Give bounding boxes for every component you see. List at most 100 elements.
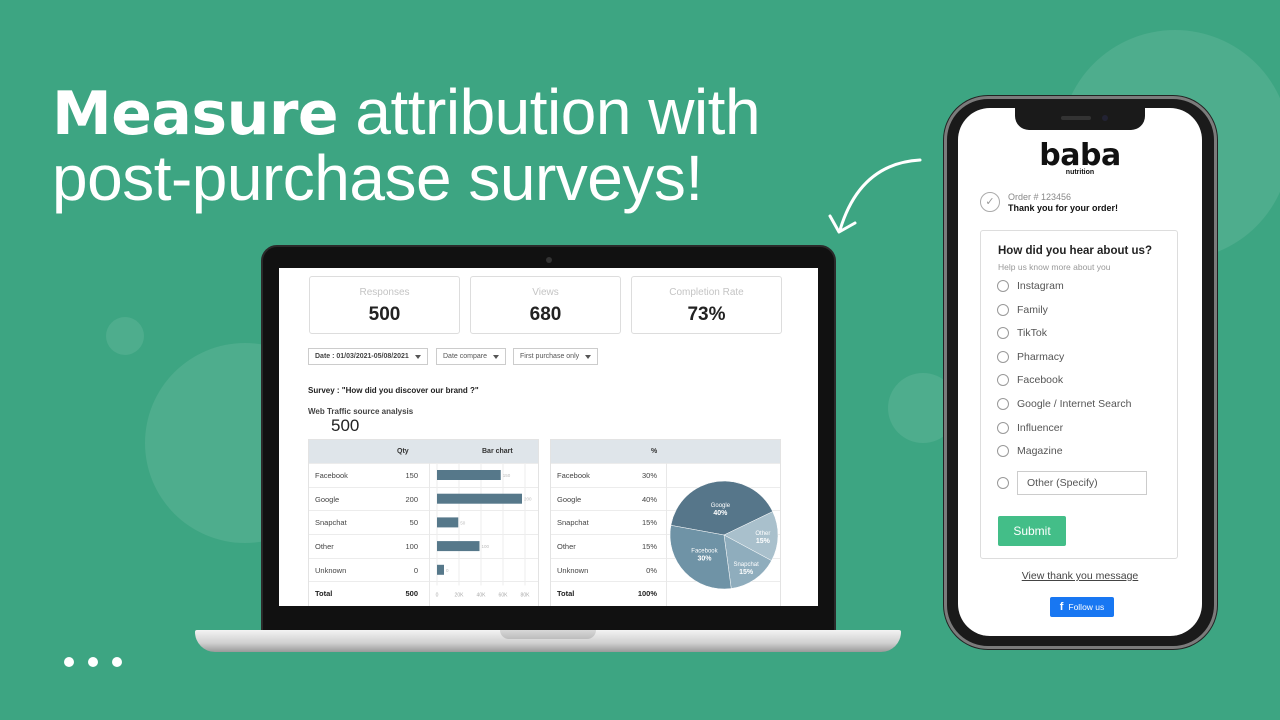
x-tick-label: 60K bbox=[499, 593, 509, 599]
survey-option[interactable]: Family bbox=[997, 303, 1048, 316]
submit-button[interactable]: Submit bbox=[998, 516, 1066, 546]
row-pct: 30% bbox=[641, 470, 657, 480]
table-header: Qty Bar chart bbox=[309, 440, 538, 463]
row-label: Other bbox=[557, 541, 576, 551]
pct-table: % Facebook 30% Google 40% Snapchat 15% Othe… bbox=[550, 439, 781, 606]
kpi-value: 680 bbox=[529, 304, 562, 325]
bar-data-label: 100 bbox=[482, 544, 490, 549]
dot[interactable] bbox=[88, 657, 98, 667]
radio-button[interactable] bbox=[997, 477, 1009, 489]
pie-label: Other 15% bbox=[755, 531, 770, 545]
survey-question: How did you hear about us? bbox=[998, 245, 1152, 257]
row-label: Snapchat bbox=[557, 518, 589, 528]
order-number: Order # 123456 bbox=[1008, 192, 1072, 202]
qty-table: Qty Bar chart Facebook 150 Google 200 Snap… bbox=[308, 439, 539, 606]
row-pct: 40% bbox=[641, 494, 657, 504]
dot[interactable] bbox=[112, 657, 122, 667]
facebook-icon: f bbox=[1059, 601, 1064, 613]
radio-button[interactable] bbox=[997, 280, 1009, 292]
radio-button[interactable] bbox=[997, 374, 1009, 387]
row-pct: 15% bbox=[641, 541, 657, 551]
bar-data-label: 150 bbox=[503, 473, 511, 478]
bar bbox=[437, 493, 522, 504]
bar bbox=[437, 564, 444, 575]
row-pct: 15% bbox=[641, 518, 657, 528]
row-label: Snapchat bbox=[315, 518, 347, 528]
bar bbox=[437, 470, 501, 480]
bar-data-label: 0 bbox=[446, 568, 449, 573]
option-label: Family bbox=[1017, 303, 1048, 316]
bar-data-label: 50 bbox=[460, 520, 466, 525]
row-label: Facebook bbox=[557, 470, 590, 480]
kpi-responses: Responses 500 bbox=[309, 276, 460, 334]
kpi-label: Completion Rate bbox=[669, 287, 744, 298]
view-thank-you-link[interactable]: View thank you message bbox=[958, 570, 1202, 582]
radio-button[interactable] bbox=[997, 350, 1009, 363]
survey-option[interactable]: Influencer bbox=[997, 421, 1064, 434]
survey-option[interactable]: Google / Internet Search bbox=[997, 398, 1131, 410]
pie-chart: Google 40%Other 15%Snapchat 15%Facebook 30% bbox=[669, 480, 779, 590]
row-qty: 500 bbox=[405, 589, 418, 599]
follow-us-button[interactable]: f Follow us bbox=[1050, 597, 1114, 617]
analysis-label: Web Traffic source analysis bbox=[308, 407, 414, 416]
survey-title: Survey : "How did you discover our brand… bbox=[308, 386, 479, 395]
caret-down-icon bbox=[585, 354, 592, 359]
row-qty: 100 bbox=[405, 541, 418, 551]
dashboard-screen: Responses 500 Views 680 Completion Rate … bbox=[279, 268, 818, 606]
option-label: Influencer bbox=[1017, 421, 1064, 434]
x-tick-label: 0 bbox=[436, 593, 439, 599]
brand-subtitle: nutrition bbox=[1065, 169, 1095, 176]
row-label: Facebook bbox=[315, 470, 348, 480]
option-label: Magazine bbox=[1017, 445, 1063, 458]
speaker bbox=[1061, 116, 1091, 120]
row-label: Google bbox=[315, 494, 340, 504]
row-label: Total bbox=[557, 589, 575, 599]
survey-option[interactable]: TikTok bbox=[997, 327, 1047, 340]
front-camera bbox=[1102, 115, 1108, 121]
radio-button[interactable] bbox=[997, 421, 1009, 434]
dot[interactable] bbox=[64, 657, 74, 667]
date-compare-dropdown[interactable]: Date compare bbox=[436, 348, 506, 365]
survey-subtitle: Help us know more about you bbox=[998, 262, 1111, 272]
kpi-label: Responses bbox=[359, 287, 410, 298]
option-label: Instagram bbox=[1017, 280, 1064, 292]
phone-notch bbox=[1015, 108, 1145, 130]
kpi-value: 500 bbox=[368, 304, 401, 325]
caret-down-icon bbox=[414, 354, 421, 359]
row-qty: 50 bbox=[409, 518, 418, 528]
analysis-total: 500 bbox=[331, 416, 360, 435]
survey-option[interactable]: Instagram bbox=[997, 280, 1064, 292]
bar-chart: 0 20K 40K 60K 80K 150 200 50 100 0 bbox=[436, 463, 532, 599]
option-label: Facebook bbox=[1017, 374, 1064, 387]
x-tick-label: 80K bbox=[521, 593, 531, 599]
pagination-dots bbox=[64, 657, 122, 667]
row-label: Other bbox=[315, 541, 334, 551]
row-label: Google bbox=[557, 494, 582, 504]
survey-option[interactable]: Facebook bbox=[997, 374, 1064, 387]
survey-option[interactable]: Magazine bbox=[997, 445, 1063, 458]
first-purchase-dropdown[interactable]: First purchase only bbox=[513, 348, 599, 365]
row-pct: 100% bbox=[637, 589, 657, 599]
decor-circle bbox=[106, 317, 144, 355]
phone-screen: baba nutrition ✓ Order # 123456 Thank yo… bbox=[958, 108, 1202, 636]
filter-label: First purchase only bbox=[520, 353, 580, 360]
follow-label: Follow us bbox=[1068, 602, 1105, 612]
row-label: Total bbox=[315, 589, 333, 599]
col-header-qty: Qty bbox=[397, 448, 409, 455]
filter-label: Date : 01/03/2021-05/08/2021 bbox=[315, 353, 409, 360]
survey-option[interactable]: Pharmacy bbox=[997, 350, 1064, 363]
laptop-camera bbox=[546, 257, 552, 263]
survey-card: How did you hear about us? Help us know … bbox=[980, 230, 1178, 559]
headline-line2: post-purchase surveys! bbox=[52, 142, 703, 214]
radio-button[interactable] bbox=[997, 445, 1009, 458]
table-header: % bbox=[551, 440, 780, 463]
laptop-opening-notch bbox=[500, 630, 596, 639]
other-specify-input[interactable]: Other (Specify) bbox=[1017, 471, 1147, 495]
radio-button[interactable] bbox=[997, 398, 1009, 410]
headline-line1: attribution with bbox=[338, 76, 761, 148]
radio-button[interactable] bbox=[997, 327, 1009, 340]
curved-arrow-icon bbox=[828, 158, 922, 234]
option-other[interactable]: Other (Specify) bbox=[997, 471, 1147, 495]
radio-button[interactable] bbox=[997, 303, 1009, 316]
date-filter-dropdown[interactable]: Date : 01/03/2021-05/08/2021 bbox=[308, 348, 428, 365]
